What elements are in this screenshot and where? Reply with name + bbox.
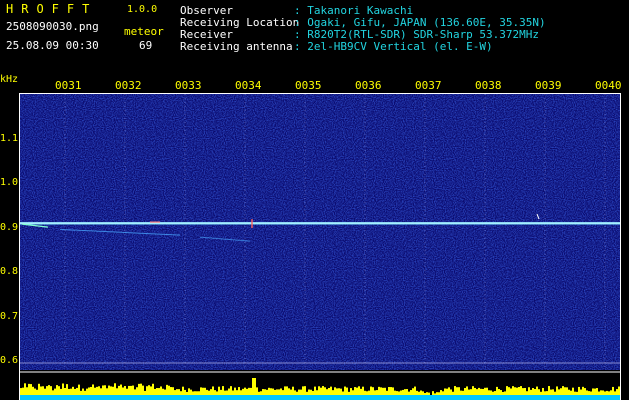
info-value-antenna: : 2el-HB9CV Vertical (el. E-W)	[294, 40, 493, 53]
freq-unit-label: kHz	[0, 74, 19, 85]
time-tick-label: 0036	[355, 79, 382, 92]
freq-tick-label: 0.8	[0, 266, 19, 278]
time-tick-label: 0037	[415, 79, 442, 92]
info-label-antenna: Receiving antenna	[180, 40, 293, 53]
freq-tick-label: 0.9	[0, 221, 19, 233]
meteor-count: 69	[139, 39, 153, 52]
spectrogram[interactable]	[19, 93, 621, 400]
time-tick-label: 0034	[235, 79, 262, 92]
app-brand: HROFFT	[6, 2, 98, 16]
freq-tick-label: 1.0	[0, 177, 19, 189]
header-panel: HROFFT 1.0.0 2508090030.png meteor 25.08…	[0, 0, 629, 78]
level-baseline	[20, 395, 620, 400]
spectrogram-plot	[20, 94, 620, 400]
time-tick-label: 0031	[55, 79, 82, 92]
freq-tick-label: 0.7	[0, 310, 19, 322]
app-version: 1.0.0	[127, 4, 158, 15]
time-tick-label: 0033	[175, 79, 202, 92]
file-name: 2508090030.png	[6, 20, 99, 33]
time-tick-label: 0032	[115, 79, 142, 92]
time-tick-label: 0035	[295, 79, 322, 92]
time-tick-label: 0039	[535, 79, 562, 92]
time-tick-label: 0040	[595, 79, 622, 92]
timestamp: 25.08.09 00:30	[6, 39, 99, 52]
time-tick-label: 0038	[475, 79, 502, 92]
freq-tick-label: 0.6	[0, 355, 19, 367]
freq-tick-label: 1.1	[0, 132, 19, 144]
meteor-label: meteor	[124, 25, 164, 38]
